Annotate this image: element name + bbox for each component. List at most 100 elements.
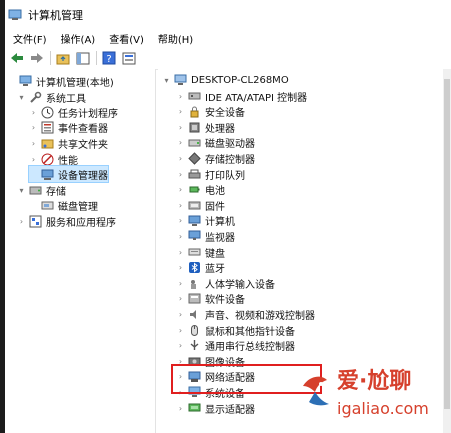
device-category-item[interactable]: › 软件设备 [176, 291, 245, 307]
device-category-item[interactable]: › 监视器 [176, 228, 235, 244]
console-tree-item[interactable]: › 事件查看器 [29, 119, 108, 135]
tree-expander-icon[interactable]: › [176, 197, 185, 213]
tree-item-label: 电池 [205, 186, 225, 198]
tree-expander-icon[interactable]: › [176, 150, 185, 166]
device-category-item[interactable]: › 声音、视频和游戏控制器 [176, 306, 315, 322]
tree-expander-icon[interactable]: ▾ [162, 72, 171, 88]
tree-expander-empty [7, 73, 16, 89]
show-hide-tree-button[interactable] [75, 50, 91, 66]
tree-expander-icon[interactable]: › [176, 291, 185, 307]
tree-item-label: 计算机 [205, 217, 235, 229]
storage-icon [29, 184, 42, 197]
hid-icon [188, 277, 201, 290]
tree-item-label: 声音、视频和游戏控制器 [205, 310, 315, 322]
toolbar-separator [96, 51, 97, 65]
console-tree-item[interactable]: 磁盘管理 [29, 197, 98, 213]
tree-item-label: 系统工具 [46, 93, 86, 105]
device-category-item[interactable]: › 存储控制器 [176, 150, 255, 166]
tree-expander-icon[interactable]: › [176, 213, 185, 229]
device-category-item[interactable]: › 蓝牙 [176, 260, 225, 276]
tree-expander-icon[interactable]: › [29, 104, 38, 120]
tree-expander-icon[interactable]: › [176, 338, 185, 354]
forward-button[interactable] [29, 50, 45, 66]
forward-arrow-icon [31, 53, 43, 63]
device-category-item[interactable]: › 安全设备 [176, 104, 245, 120]
tree-expander-empty [29, 197, 38, 213]
menu-bar: 文件(F) 操作(A) 查看(V) 帮助(H) [5, 30, 451, 46]
help-button[interactable]: ? [101, 50, 117, 66]
tree-item-label: 打印队列 [205, 170, 245, 182]
tree-item-label: 存储控制器 [205, 154, 255, 166]
disk-management-icon [41, 199, 54, 212]
tree-item-label: 显示适配器 [205, 404, 255, 416]
tree-expander-icon[interactable]: ▾ [17, 182, 26, 198]
tree-item-label: 任务计划程序 [58, 108, 118, 120]
tree-item-label: 人体学输入设备 [205, 279, 275, 291]
tree-expander-icon[interactable]: ▾ [17, 89, 26, 105]
device-category-item[interactable]: › 键盘 [176, 244, 225, 260]
properties-button[interactable] [121, 50, 137, 66]
tree-expander-icon[interactable]: › [176, 306, 185, 322]
tree-expander-icon[interactable]: › [17, 213, 26, 229]
tree-expander-icon[interactable]: › [176, 104, 185, 120]
svg-text:?: ? [106, 54, 111, 65]
device-category-item[interactable]: › 处理器 [176, 119, 235, 135]
console-tree-item[interactable]: › 共享文件夹 [29, 135, 108, 151]
title-bar[interactable]: 计算机管理 [5, 0, 451, 30]
security-device-icon [188, 105, 201, 118]
tree-expander-icon[interactable]: › [176, 275, 185, 291]
desktop-computer-icon [174, 74, 187, 87]
menu-action[interactable]: 操作(A) [61, 31, 96, 46]
console-tree-item[interactable]: › 性能 [29, 151, 78, 167]
computer-management-icon [19, 75, 32, 88]
device-category-item[interactable]: › 计算机 [176, 213, 235, 229]
tree-expander-icon[interactable]: › [176, 166, 185, 182]
console-tree-item[interactable]: › 服务和应用程序 [17, 213, 116, 229]
device-category-item[interactable]: › 通用串行总线控制器 [176, 338, 295, 354]
tree-expander-icon[interactable]: › [176, 228, 185, 244]
menu-help[interactable]: 帮助(H) [158, 31, 193, 46]
disk-drive-icon [188, 136, 201, 149]
computer-management-icon [8, 9, 22, 21]
bluetooth-icon [188, 261, 201, 274]
tree-expander-icon[interactable]: › [176, 400, 185, 416]
device-category-item[interactable]: › 电池 [176, 182, 225, 198]
device-category-item[interactable]: › IDE ATA/ATAPI 控制器 [176, 88, 307, 104]
console-tree-item[interactable]: ▾ 系统工具 [17, 89, 86, 105]
device-tree-root[interactable]: ▾ DESKTOP-CL268MO [162, 72, 289, 88]
back-button[interactable] [9, 50, 25, 66]
menu-view[interactable]: 查看(V) [109, 31, 144, 46]
device-category-item[interactable]: › 人体学输入设备 [176, 275, 275, 291]
tree-expander-icon[interactable]: › [29, 151, 38, 167]
device-category-item[interactable]: › 鼠标和其他指针设备 [176, 322, 295, 338]
console-tree-item[interactable]: › 任务计划程序 [29, 104, 118, 120]
tree-expander-icon[interactable]: › [29, 119, 38, 135]
device-category-item[interactable]: › 显示适配器 [176, 400, 255, 416]
tree-item-label: DESKTOP-CL268MO [191, 74, 289, 86]
tree-expander-icon[interactable]: › [176, 135, 185, 151]
device-category-item[interactable]: › 固件 [176, 197, 225, 213]
menu-file[interactable]: 文件(F) [13, 31, 47, 46]
tree-expander-icon[interactable]: › [176, 322, 185, 338]
window-title: 计算机管理 [28, 9, 83, 22]
tree-expander-icon[interactable]: › [176, 260, 185, 276]
device-category-item[interactable]: › 打印队列 [176, 166, 245, 182]
watermark: 爱·尬聊 igaliao.com [295, 358, 451, 426]
task-scheduler-icon [41, 106, 54, 119]
tree-item-label: 安全设备 [205, 108, 245, 120]
tree-expander-icon[interactable]: › [176, 182, 185, 198]
device-category-item[interactable]: › 磁盘驱动器 [176, 135, 255, 151]
console-tree-item[interactable]: ▾ 存储 [17, 182, 66, 198]
console-tree-pane[interactable]: 计算机管理(本地) ▾ 系统工具 › 任务计划程序 › 事件查看器 › 共享文件夹 › 性能 设备管理… [5, 69, 156, 433]
console-tree-item[interactable]: 设备管理器 [28, 165, 109, 183]
tree-expander-icon[interactable]: › [29, 135, 38, 151]
monitor-icon [188, 230, 201, 243]
up-folder-button[interactable] [55, 50, 71, 66]
tree-expander-icon[interactable]: › [176, 244, 185, 260]
console-tree-item[interactable]: 计算机管理(本地) [7, 73, 114, 89]
tree-item-label: 事件查看器 [58, 123, 108, 135]
tree-expander-icon[interactable]: › [176, 119, 185, 135]
tree-item-label: 通用串行总线控制器 [205, 342, 295, 354]
tree-expander-icon[interactable]: › [176, 88, 185, 104]
tree-item-label: 监视器 [205, 232, 235, 244]
